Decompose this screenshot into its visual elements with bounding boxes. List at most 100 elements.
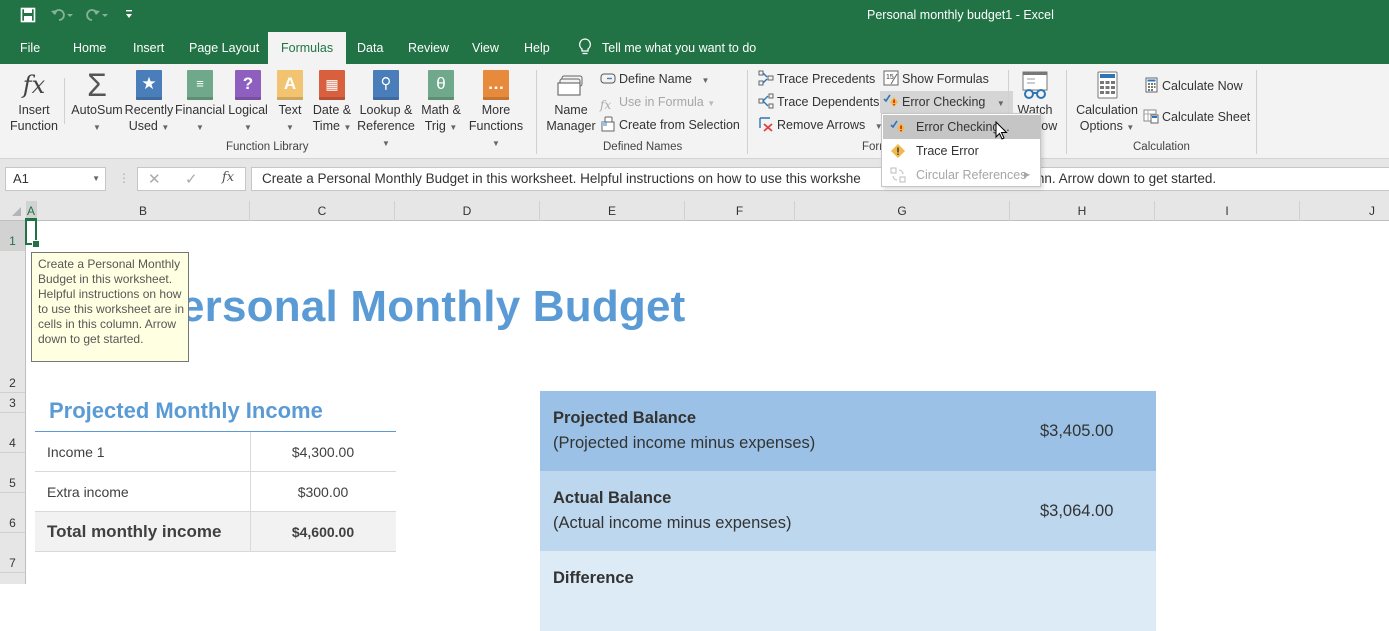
star-book-icon: ★ bbox=[134, 70, 164, 100]
logical-button[interactable]: ? Logical ▼ bbox=[226, 70, 270, 136]
autosum-button[interactable]: Σ AutoSum ▼ bbox=[69, 69, 125, 136]
calculate-now-button[interactable]: Calculate Now bbox=[1143, 76, 1243, 96]
income-label: Extra income bbox=[47, 484, 129, 500]
menu-item-error-checking[interactable]: Error Checking... bbox=[883, 115, 1040, 139]
theta-book-icon: θ bbox=[426, 70, 456, 100]
balance-row-actual[interactable]: Actual Balance (Actual income minus expe… bbox=[540, 471, 1156, 551]
row-header-4[interactable]: 4 bbox=[0, 413, 25, 453]
column-header-g[interactable]: G bbox=[795, 201, 1010, 221]
column-headers: A B C D E F G H I J bbox=[0, 201, 1389, 221]
column-header-b[interactable]: B bbox=[37, 201, 250, 221]
name-manager-icon bbox=[556, 70, 586, 100]
financial-button[interactable]: ≡ Financial ▼ bbox=[174, 70, 226, 136]
formula-input[interactable]: Create a Personal Monthly Budget in this… bbox=[251, 167, 1389, 191]
income-total-row[interactable]: Total monthly income $4,600.00 bbox=[35, 512, 396, 552]
trace-dependents-button[interactable]: Trace Dependents bbox=[758, 92, 879, 112]
logical-book-icon: ? bbox=[233, 70, 263, 100]
tab-review[interactable]: Review bbox=[400, 32, 457, 64]
column-header-c[interactable]: C bbox=[250, 201, 395, 221]
separator bbox=[64, 78, 65, 124]
row-header-2[interactable]: 2 bbox=[0, 251, 25, 393]
lookup-reference-button[interactable]: ⚲ Lookup & Reference ▼ bbox=[354, 70, 418, 152]
math-trig-button[interactable]: θ Math & Trig ▼ bbox=[418, 70, 464, 136]
balance-value: $3,405.00 bbox=[1040, 422, 1114, 440]
tab-data[interactable]: Data bbox=[349, 32, 391, 64]
tab-help[interactable]: Help bbox=[516, 32, 558, 64]
row-header-3[interactable]: 3 bbox=[0, 393, 25, 413]
remove-arrows-button[interactable]: Remove Arrows ▼ bbox=[758, 115, 883, 135]
menu-item-trace-error[interactable]: Trace Error bbox=[883, 139, 1040, 163]
title-bar: Personal monthly budget1 - Excel bbox=[0, 0, 1389, 32]
calculate-sheet-icon bbox=[1143, 108, 1159, 124]
tab-formulas[interactable]: Formulas bbox=[268, 32, 347, 64]
text-button[interactable]: A Text ▼ bbox=[272, 70, 308, 136]
calculate-sheet-button[interactable]: Calculate Sheet bbox=[1143, 107, 1250, 127]
name-manager-button[interactable]: Name Manager bbox=[544, 70, 598, 134]
trace-dependents-icon bbox=[758, 93, 774, 109]
balance-title: Difference bbox=[553, 569, 634, 587]
column-header-e[interactable]: E bbox=[540, 201, 685, 221]
balance-row-projected[interactable]: Projected Balance (Projected income minu… bbox=[540, 391, 1156, 471]
name-box[interactable]: A1 ▼ bbox=[5, 167, 106, 191]
balance-value: $3,064.00 bbox=[1040, 502, 1114, 520]
error-checking-icon bbox=[890, 119, 906, 135]
row-header-6[interactable]: 6 bbox=[0, 493, 25, 533]
mouse-cursor-icon bbox=[995, 121, 1008, 140]
separator bbox=[1256, 70, 1257, 154]
row-header-5[interactable]: 5 bbox=[0, 453, 25, 493]
show-formulas-button[interactable]: 15 Show Formulas bbox=[883, 69, 989, 89]
income-total-value: $4,600.00 bbox=[291, 524, 355, 540]
column-header-d[interactable]: D bbox=[395, 201, 540, 221]
customize-qat-icon[interactable] bbox=[124, 7, 134, 24]
menu-item-circular-references[interactable]: Circular References ▶ bbox=[883, 163, 1040, 187]
cancel-icon[interactable]: ✕ bbox=[148, 170, 161, 188]
income-value: $300.00 bbox=[297, 484, 349, 500]
income-row[interactable]: Income 1 $4,300.00 bbox=[35, 432, 396, 472]
trace-precedents-button[interactable]: Trace Precedents bbox=[758, 69, 875, 89]
error-checking-icon bbox=[883, 93, 899, 109]
save-icon[interactable] bbox=[20, 7, 36, 26]
income-value: $4,300.00 bbox=[291, 444, 355, 460]
remove-arrows-icon bbox=[758, 116, 774, 132]
select-all-button[interactable] bbox=[12, 207, 21, 216]
balance-row-difference[interactable]: Difference bbox=[540, 551, 1156, 631]
chevron-down-icon[interactable]: ▼ bbox=[92, 168, 100, 190]
formula-bar: A1 ▼ ⋮ ✕ ✓ fx Create a Personal Monthly B… bbox=[0, 159, 1389, 201]
insert-function-fx-icon[interactable]: fx bbox=[222, 170, 234, 185]
submenu-arrow-icon: ▶ bbox=[1023, 170, 1030, 179]
column-header-h[interactable]: H bbox=[1010, 201, 1155, 221]
row-header-7[interactable]: 7 bbox=[0, 533, 25, 573]
group-label-defined-names: Defined Names bbox=[603, 141, 683, 153]
formula-buttons: ✕ ✓ fx bbox=[137, 167, 246, 191]
tab-view[interactable]: View bbox=[464, 32, 507, 64]
column-header-j[interactable]: J bbox=[1300, 201, 1389, 221]
income-row[interactable]: Extra income $300.00 bbox=[35, 472, 396, 512]
window-title: Personal monthly budget1 - Excel bbox=[867, 8, 1054, 22]
more-book-icon: … bbox=[481, 70, 511, 100]
tab-insert[interactable]: Insert bbox=[125, 32, 172, 64]
create-from-selection-button[interactable]: Create from Selection bbox=[600, 115, 740, 135]
tell-me-search[interactable]: Tell me what you want to do bbox=[578, 32, 756, 64]
tab-home[interactable]: Home bbox=[65, 32, 114, 64]
use-in-formula-button[interactable]: fx Use in Formula ▼ bbox=[600, 92, 715, 112]
column-header-i[interactable]: I bbox=[1155, 201, 1300, 221]
active-cell-a1[interactable] bbox=[25, 218, 40, 248]
column-header-f[interactable]: F bbox=[685, 201, 795, 221]
enter-check-icon[interactable]: ✓ bbox=[185, 170, 198, 188]
tab-page-layout[interactable]: Page Layout bbox=[181, 32, 267, 64]
tab-file[interactable]: File bbox=[12, 32, 48, 64]
define-name-button[interactable]: Define Name ▼ bbox=[600, 69, 709, 89]
calculator-icon bbox=[1092, 70, 1122, 100]
row-header-1[interactable]: 1 bbox=[0, 221, 25, 251]
date-time-button[interactable]: ▦ Date & Time ▼ bbox=[310, 70, 354, 136]
formula-bar-grip[interactable]: ⋮ bbox=[118, 171, 130, 185]
balance-subtitle: (Projected income minus expenses) bbox=[553, 434, 816, 452]
lookup-book-icon: ⚲ bbox=[371, 70, 401, 100]
calculation-options-button[interactable]: Calculation Options ▼ bbox=[1074, 70, 1140, 136]
insert-function-button[interactable]: fx Insert Function bbox=[8, 70, 60, 134]
redo-icon[interactable] bbox=[85, 7, 109, 26]
error-checking-button[interactable]: Error Checking ▼ bbox=[880, 91, 1013, 113]
recently-used-button[interactable]: ★ Recently Used ▼ bbox=[124, 70, 174, 136]
undo-icon[interactable] bbox=[50, 7, 74, 26]
more-functions-button[interactable]: … More Functions ▼ bbox=[464, 70, 528, 152]
